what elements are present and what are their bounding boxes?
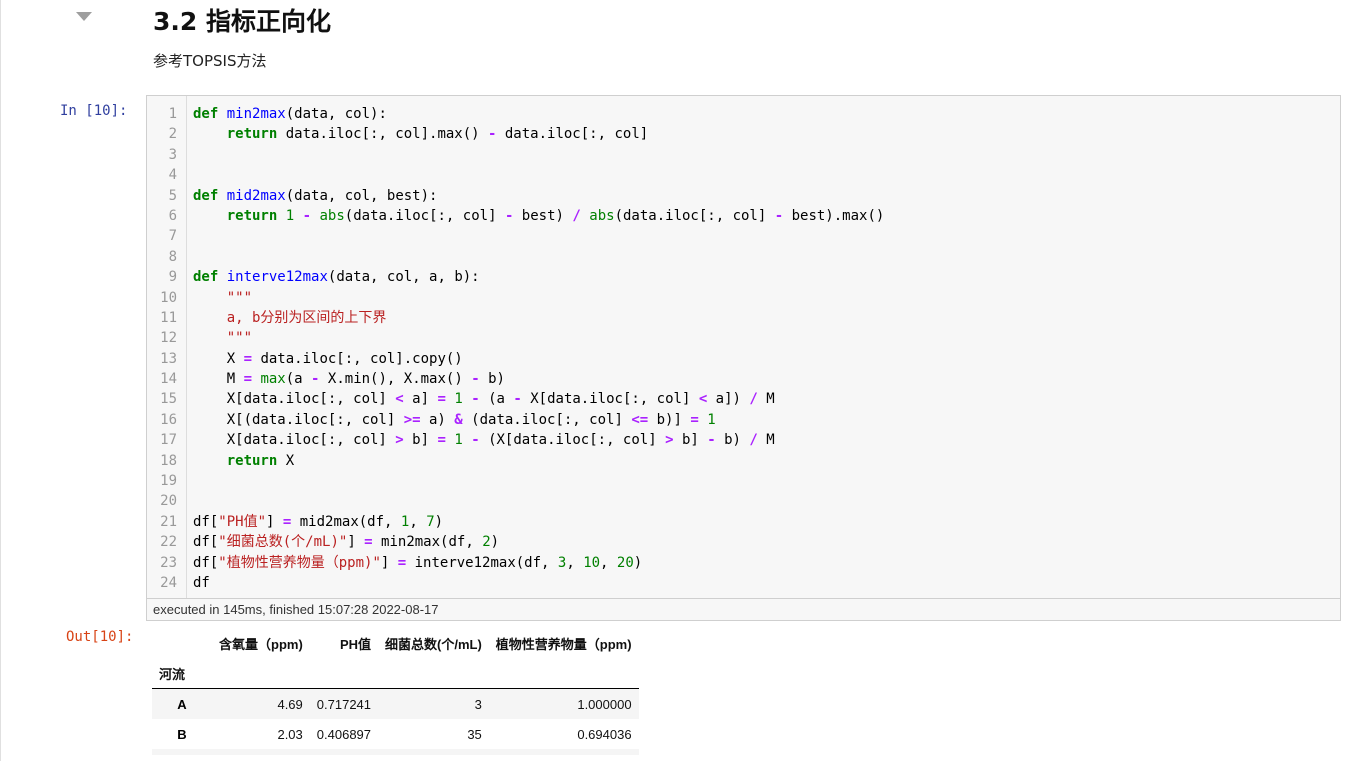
code-text: return X: [226, 452, 295, 469]
table-cell: 1.000000: [577, 696, 632, 712]
column-header: PH值: [339, 636, 372, 652]
code-text: def interve12max(data, col, a, b):: [193, 269, 480, 286]
index-header-blank: [152, 628, 212, 658]
code-line: 13 X = data.iloc[:, col].copy(): [147, 349, 1340, 369]
notebook-left-border: [0, 0, 1, 761]
column-header: 含氧量（ppm): [219, 636, 303, 652]
collapse-section-toggle[interactable]: [76, 12, 92, 24]
code-text: df["PH值"] = mid2max(df, 1, 7): [193, 513, 444, 530]
code-line: 8: [168, 248, 177, 265]
code-text: return 1 - abs(data.iloc[:, col] - best)…: [226, 207, 885, 224]
code-text: M = max(a - X.min(), X.max() - b): [193, 371, 505, 388]
code-editor[interactable]: 1 def min2max(data, col): 2 return data.i…: [147, 104, 1340, 593]
output-dataframe: 含氧量（ppm) PH值 细菌总数(个/mL) 植物性营养物量（ppm) 河流 …: [152, 628, 639, 755]
code-text: def min2max(data, col):: [193, 106, 387, 122]
code-text: X[data.iloc[:, col] < a] = 1 - (a - X[da…: [193, 391, 775, 408]
code-line: 21 df["PH值"] = mid2max(df, 1, 7): [147, 512, 1340, 532]
code-line: 3: [168, 146, 177, 163]
code-line: 11 a, b分别为区间的上下界: [147, 308, 1340, 328]
code-text: X[(data.iloc[:, col] >= a) & (data.iloc[…: [193, 411, 716, 428]
table-row: A 4.69 0.717241 3 1.000000: [152, 688, 639, 719]
table-cell: 3: [474, 696, 482, 712]
code-text: X[data.iloc[:, col] > b] = 1 - (X[data.i…: [193, 432, 775, 449]
code-line: 18 return X: [147, 451, 1340, 471]
table-row: B 2.03 0.406897 35 0.694036: [152, 719, 639, 749]
code-line: 2 return data.iloc[:, col].max() - data.…: [147, 124, 1340, 144]
code-text: X = data.iloc[:, col].copy(): [193, 350, 463, 367]
code-cell[interactable]: 1 def min2max(data, col): 2 return data.i…: [146, 95, 1341, 621]
table-cell: 2.03: [277, 726, 303, 742]
code-text: def mid2max(data, col, best):: [193, 187, 438, 204]
code-line: 16 X[(data.iloc[:, col] >= a) & (data.il…: [147, 410, 1340, 430]
code-text: a, b分别为区间的上下界: [226, 309, 387, 326]
code-line: 7: [168, 228, 177, 245]
code-line: 1 def min2max(data, col):: [147, 104, 1340, 124]
index-name: 河流: [159, 666, 186, 682]
caret-down-icon: [76, 12, 92, 21]
index-name-row: 河流: [152, 658, 639, 689]
table-cell: 35: [467, 726, 482, 742]
notebook-page: 3.2 指标正向化 参考TOPSIS方法 In [10]: 1 def min2m…: [0, 0, 1369, 761]
column-header: 细菌总数(个/mL): [385, 636, 482, 652]
code-line: 6 return 1 - abs(data.iloc[:, col] - bes…: [147, 206, 1340, 226]
table-cell: 0.406897: [316, 726, 372, 742]
column-header: 植物性营养物量（ppm): [495, 636, 632, 652]
row-index: A: [177, 696, 187, 712]
code-line: 10 """: [147, 288, 1340, 308]
code-line: 22 df["细菌总数(个/mL)"] = min2max(df, 2): [147, 532, 1340, 552]
code-line: 23 df["植物性营养物量（ppm)"] = interve12max(df, …: [147, 553, 1340, 573]
input-prompt: In [10]:: [60, 103, 128, 119]
output-prompt: Out[10]:: [66, 629, 134, 645]
code-line: 5 def mid2max(data, col, best):: [147, 186, 1340, 206]
code-line: 17 X[data.iloc[:, col] > b] = 1 - (X[dat…: [147, 430, 1340, 450]
code-line: 12 """: [147, 328, 1340, 348]
table-cell: 0.717241: [316, 696, 372, 712]
code-text: """: [226, 330, 253, 347]
code-line: 24 df: [147, 573, 1340, 593]
code-text: """: [226, 289, 253, 306]
code-line: 19: [160, 473, 177, 490]
code-text: return data.iloc[:, col].max() - data.il…: [226, 126, 649, 143]
section-heading: 3.2 指标正向化: [153, 7, 331, 36]
section-subtitle: 参考TOPSIS方法: [153, 52, 267, 70]
code-line: 20: [160, 493, 177, 510]
table-cell: 0.694036: [577, 726, 632, 742]
code-text: df["植物性营养物量（ppm)"] = interve12max(df, 3,…: [193, 554, 643, 571]
code-line: 4: [168, 167, 177, 184]
table-header-row: 含氧量（ppm) PH值 细菌总数(个/mL) 植物性营养物量（ppm): [152, 628, 639, 658]
code-line: 15 X[data.iloc[:, col] < a] = 1 - (a - X…: [147, 389, 1340, 409]
code-text: df["细菌总数(个/mL)"] = min2max(df, 2): [193, 534, 500, 551]
code-line: 14 M = max(a - X.min(), X.max() - b): [147, 369, 1340, 389]
execution-info: executed in 145ms, finished 15:07:28 202…: [147, 598, 1340, 620]
code-line: 9 def interve12max(data, col, a, b):: [147, 267, 1340, 287]
table-cell: 4.69: [277, 696, 303, 712]
table-row-partial: [152, 749, 639, 755]
row-index: B: [177, 726, 187, 742]
code-text: df: [193, 574, 210, 591]
